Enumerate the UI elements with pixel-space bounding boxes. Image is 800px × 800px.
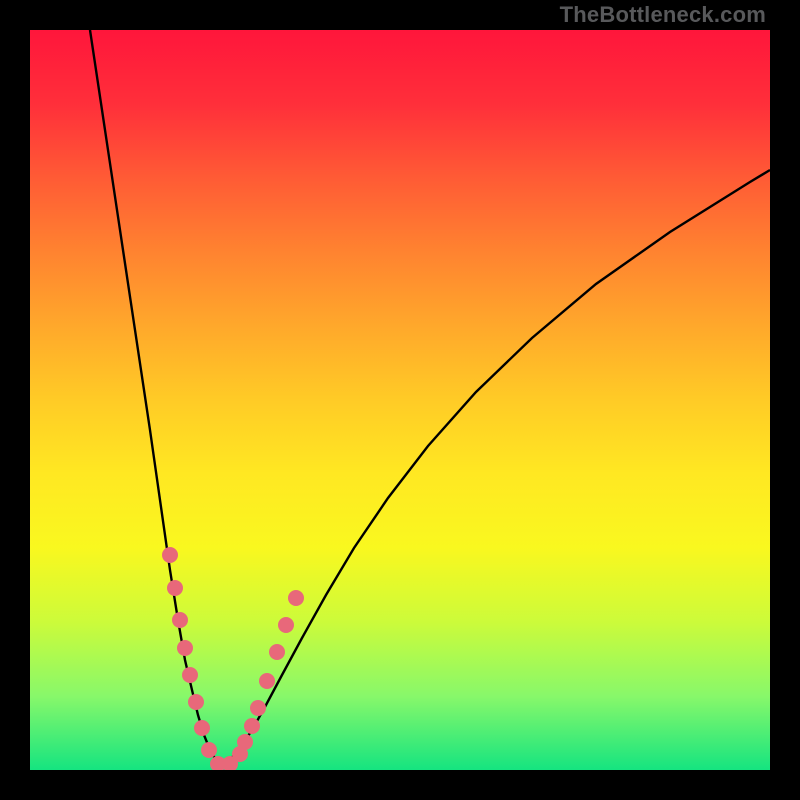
marker-dot <box>237 734 253 750</box>
marker-dot <box>188 694 204 710</box>
marker-dot <box>244 718 260 734</box>
curve-right <box>222 170 770 766</box>
curve-left <box>90 30 222 766</box>
marker-dot <box>167 580 183 596</box>
marker-dots <box>162 547 304 770</box>
chart-svg <box>30 30 770 770</box>
chart-frame: TheBottleneck.com <box>0 0 800 800</box>
marker-dot <box>201 742 217 758</box>
marker-dot <box>177 640 193 656</box>
plot-area <box>30 30 770 770</box>
marker-dot <box>194 720 210 736</box>
marker-dot <box>182 667 198 683</box>
marker-dot <box>278 617 294 633</box>
marker-dot <box>162 547 178 563</box>
marker-dot <box>172 612 188 628</box>
marker-dot <box>288 590 304 606</box>
marker-dot <box>269 644 285 660</box>
marker-dot <box>250 700 266 716</box>
watermark-text: TheBottleneck.com <box>560 2 766 28</box>
marker-dot <box>259 673 275 689</box>
